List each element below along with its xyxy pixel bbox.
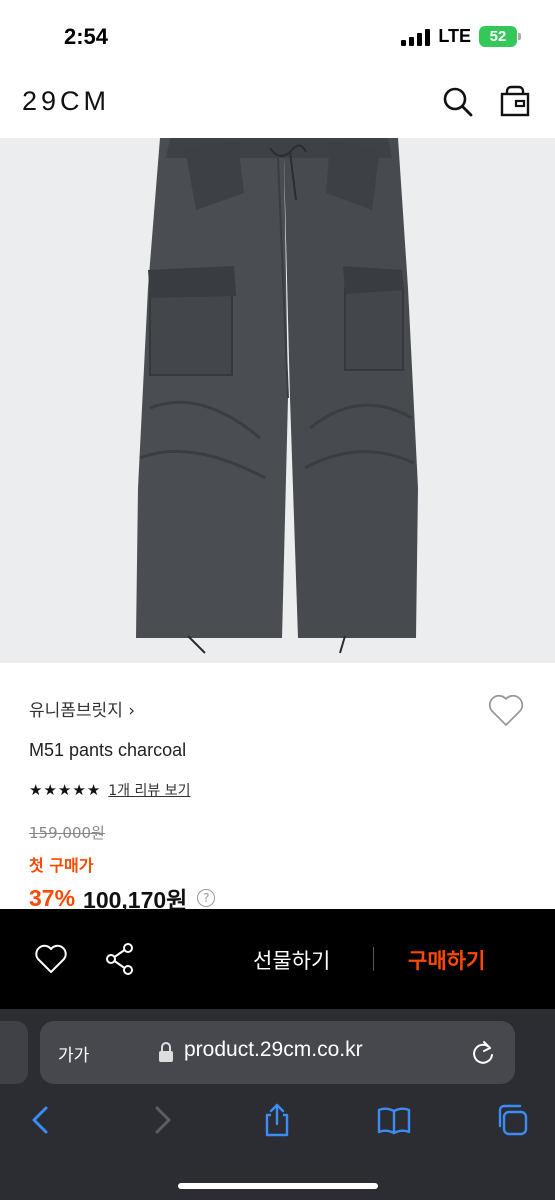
buy-button[interactable]: 구매하기 [408, 945, 485, 975]
previous-tab-preview[interactable] [0, 1021, 28, 1084]
help-icon[interactable]: ? [197, 889, 216, 907]
shopping-bag-icon[interactable] [498, 84, 532, 118]
cellular-signal-icon [401, 28, 431, 46]
url-text[interactable]: product.29cm.co.kr [184, 1038, 363, 1062]
status-indicators: LTE 52 [401, 26, 521, 47]
brand-link[interactable]: 유니폼브릿지 › [29, 696, 135, 721]
cargo-pants-image [0, 138, 555, 663]
star-icon: ★ [29, 780, 43, 799]
promo-label: 첫 구매가 [29, 856, 94, 875]
lock-icon [159, 1042, 173, 1062]
text-size-button[interactable]: 가가 [58, 1041, 89, 1066]
brand-logo[interactable]: 29CM [22, 86, 110, 117]
browser-toolbar: 가가 product.29cm.co.kr [0, 1009, 555, 1200]
heart-icon[interactable] [34, 943, 68, 975]
share-icon[interactable] [104, 941, 136, 977]
product-name: M51 pants charcoal [29, 740, 187, 760]
star-icon: ★ [72, 780, 86, 799]
battery-level: 52 [489, 28, 507, 45]
share-icon[interactable] [259, 1102, 295, 1138]
star-icon: ★ [43, 780, 57, 799]
star-icon: ★ [57, 780, 72, 799]
bookmarks-icon[interactable] [376, 1102, 412, 1138]
forward-icon[interactable] [143, 1102, 179, 1138]
home-indicator [178, 1183, 378, 1189]
divider [373, 947, 374, 971]
review-link[interactable]: 1개 리뷰 보기 [108, 780, 190, 800]
status-bar: 2:54 LTE 52 [0, 0, 555, 70]
network-type: LTE [438, 26, 471, 46]
battery-icon: 52 [479, 26, 521, 47]
purchase-action-bar: 선물하기 구매하기 [0, 909, 555, 1009]
original-price: 159,000원 [29, 824, 105, 842]
search-icon[interactable] [440, 84, 474, 118]
discount-rate: 37% [29, 884, 76, 911]
reload-icon[interactable] [470, 1039, 496, 1067]
star-icon: ★ [86, 780, 101, 799]
status-time: 2:54 [64, 24, 109, 49]
heart-icon[interactable] [487, 692, 525, 728]
gift-button[interactable]: 선물하기 [253, 945, 330, 975]
tabs-icon[interactable] [494, 1102, 530, 1138]
back-icon[interactable] [24, 1102, 60, 1138]
app-header: 29CM [0, 70, 555, 138]
product-image[interactable] [0, 138, 555, 663]
rating-row: ★ ★ ★ ★ ★ 1개 리뷰 보기 [29, 780, 190, 800]
star-rating: ★ ★ ★ ★ ★ [29, 780, 101, 799]
address-bar[interactable]: 가가 product.29cm.co.kr [40, 1021, 515, 1084]
